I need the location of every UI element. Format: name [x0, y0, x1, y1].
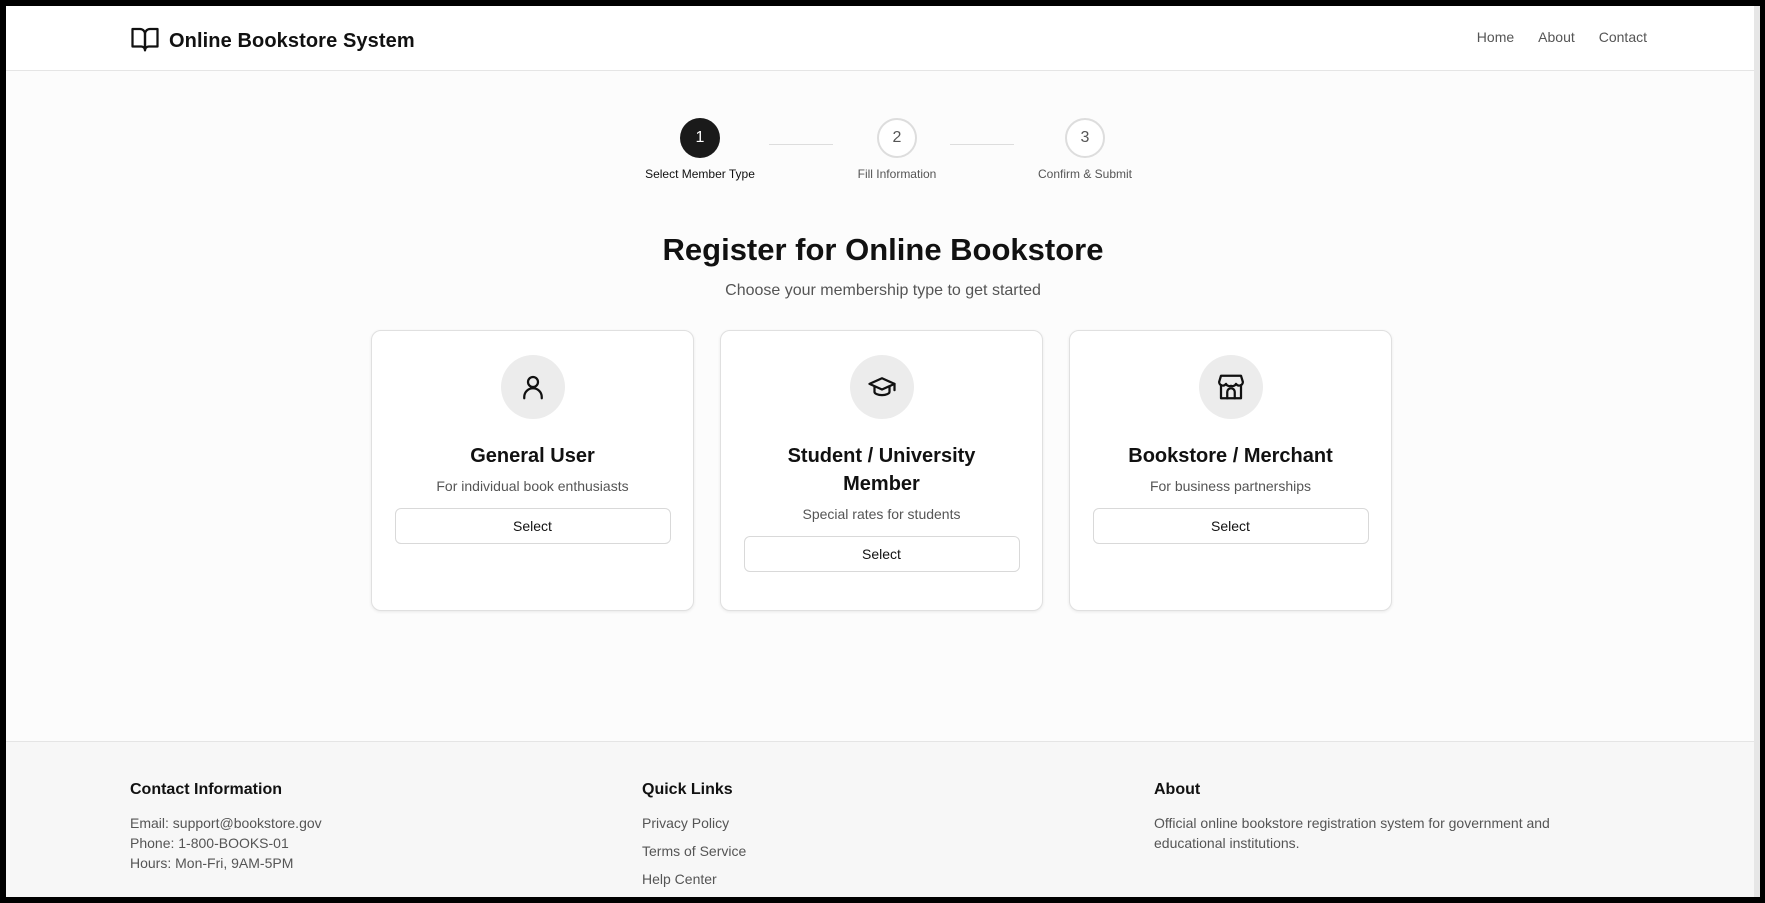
footer-hours: Hours: Mon-Fri, 9AM-5PM — [130, 855, 294, 871]
nav-contact-link[interactable]: Contact — [1599, 29, 1647, 45]
footer-about-heading: About — [1154, 781, 1201, 798]
step-1-circle: 1 — [680, 118, 720, 158]
step-2-circle: 2 — [877, 118, 917, 158]
card-description: For individual book enthusiasts — [436, 478, 629, 494]
step-3-circle: 3 — [1065, 118, 1105, 158]
page-heading: Register for Online Bookstore Choose you… — [6, 232, 1760, 300]
user-icon — [500, 355, 565, 419]
select-general-user-button[interactable]: Select — [394, 508, 671, 544]
book-open-icon — [130, 24, 160, 59]
member-type-card-general[interactable]: General User For individual book enthusi… — [371, 330, 694, 611]
footer-contact-heading: Contact Information — [130, 781, 282, 798]
footer-links-heading: Quick Links — [642, 781, 733, 798]
card-title: Bookstore / Merchant — [1128, 445, 1333, 467]
card-title: Student / University Member — [787, 445, 976, 495]
footer-email: Email: support@bookstore.gov — [130, 815, 322, 831]
step-connector-1 — [769, 144, 833, 145]
step-2: 2 Fill Information — [817, 118, 977, 181]
step-3: 3 Confirm & Submit — [1005, 118, 1165, 181]
step-1: 1 Select Member Type — [620, 118, 780, 181]
step-3-label: Confirm & Submit — [1037, 167, 1133, 181]
footer-quick-links: Quick Links Privacy Policy Terms of Serv… — [642, 781, 746, 897]
footer-link-help[interactable]: Help Center — [642, 869, 746, 889]
member-type-card-merchant[interactable]: Bookstore / Merchant For business partne… — [1069, 330, 1392, 611]
brand[interactable]: Online Bookstore System — [130, 24, 415, 59]
page-title: Register for Online Bookstore — [662, 232, 1104, 267]
vertical-scrollbar[interactable] — [1754, 6, 1760, 897]
card-description: Special rates for students — [802, 506, 961, 522]
footer-about: About Official online bookstore registra… — [1154, 781, 1594, 853]
nav-about-link[interactable]: About — [1538, 29, 1575, 45]
select-student-button[interactable]: Select — [743, 536, 1020, 572]
footer-link-terms[interactable]: Terms of Service — [642, 841, 746, 861]
browser-viewport: Online Bookstore System Home About Conta… — [6, 6, 1760, 897]
card-description: For business partnerships — [1149, 478, 1312, 494]
select-merchant-button[interactable]: Select — [1092, 508, 1369, 544]
card-title: General User — [470, 445, 595, 467]
step-2-label: Fill Information — [857, 167, 937, 181]
footer-link-privacy[interactable]: Privacy Policy — [642, 813, 746, 833]
store-icon — [1198, 355, 1263, 419]
footer-phone: Phone: 1-800-BOOKS-01 — [130, 835, 289, 851]
brand-title: Online Bookstore System — [169, 30, 415, 52]
site-footer: Contact Information Email: support@books… — [6, 741, 1760, 897]
nav-home-link[interactable]: Home — [1477, 29, 1514, 45]
main-nav: Home About Contact — [1477, 29, 1647, 45]
member-type-card-student[interactable]: Student / University Member Special rate… — [720, 330, 1043, 611]
site-header: Online Bookstore System Home About Conta… — [6, 6, 1760, 71]
graduation-cap-icon — [849, 355, 914, 419]
page-subtitle: Choose your membership type to get start… — [725, 282, 1041, 299]
footer-about-text: Official online bookstore registration s… — [1154, 815, 1550, 851]
footer-contact: Contact Information Email: support@books… — [130, 781, 322, 873]
step-1-label: Select Member Type — [645, 167, 755, 181]
registration-stepper: 1 Select Member Type 2 Fill Information … — [6, 118, 1760, 188]
step-connector-2 — [950, 144, 1014, 145]
